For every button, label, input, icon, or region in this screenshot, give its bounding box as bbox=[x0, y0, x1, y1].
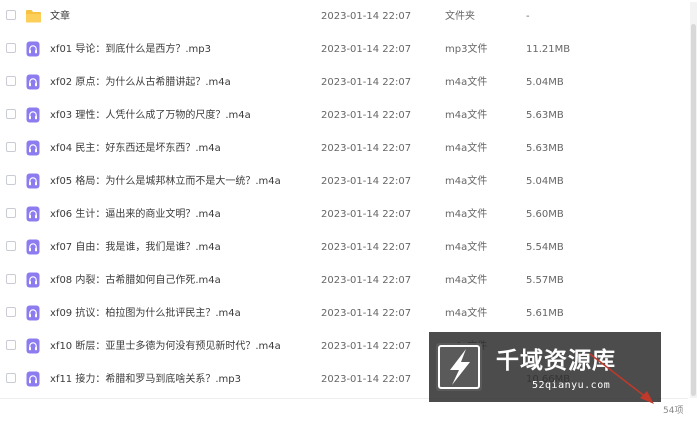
row-checkbox[interactable] bbox=[6, 142, 16, 152]
file-name[interactable]: xf02 原点：为什么从古希腊讲起？.m4a bbox=[50, 66, 312, 99]
file-date: 2023-01-14 22:07 bbox=[321, 374, 412, 385]
file-name[interactable]: xf07 自由：我是谁，我们是谁？.m4a bbox=[50, 231, 312, 264]
file-size: - bbox=[526, 11, 530, 22]
audio-file-icon bbox=[26, 305, 40, 321]
audio-file-icon bbox=[26, 173, 40, 189]
audio-file-icon bbox=[26, 206, 40, 222]
audio-file-icon bbox=[26, 74, 40, 90]
file-type: m4a文件 bbox=[445, 143, 488, 154]
file-name[interactable]: xf01 导论：到底什么是西方？.mp3 bbox=[50, 33, 312, 66]
file-name[interactable]: xf10 断层：亚里士多德为何没有预见新时代？.m4a bbox=[50, 330, 312, 363]
file-size: 5.57MB bbox=[526, 275, 564, 286]
file-type: m4a文件 bbox=[445, 308, 488, 319]
row-checkbox[interactable] bbox=[6, 274, 16, 284]
file-date: 2023-01-14 22:07 bbox=[321, 341, 412, 352]
folder-icon bbox=[26, 10, 41, 23]
file-type: m4a文件 bbox=[445, 242, 488, 253]
file-type: m4a文件 bbox=[445, 77, 488, 88]
file-size: 5.04MB bbox=[526, 77, 564, 88]
audio-file-icon bbox=[26, 41, 40, 57]
file-browser: 文章 2023-01-14 22:07 文件夹 - xf01 导论：到底什么是西方？.m… bbox=[0, 0, 700, 422]
file-row[interactable]: xf03 理性：人凭什么成了万物的尺度？.m4a 2023-01-14 22:07… bbox=[0, 99, 688, 132]
file-row[interactable]: xf02 原点：为什么从古希腊讲起？.m4a 2023-01-14 22:07 m4… bbox=[0, 66, 688, 99]
file-name[interactable]: 文章 bbox=[50, 0, 312, 33]
file-size: 5.63MB bbox=[526, 143, 564, 154]
file-name[interactable]: xf08 内裂：古希腊如何自己作死.m4a bbox=[50, 264, 312, 297]
audio-file-icon bbox=[26, 107, 40, 123]
file-row[interactable]: xf09 抗议：柏拉图为什么批评民主？.m4a 2023-01-14 22:07 m… bbox=[0, 297, 688, 330]
vertical-scrollbar[interactable] bbox=[690, 2, 697, 398]
watermark-brand: 千域资源库 bbox=[496, 348, 616, 374]
file-row[interactable]: xf08 内裂：古希腊如何自己作死.m4a 2023-01-14 22:07 m4a… bbox=[0, 264, 688, 297]
file-date: 2023-01-14 22:07 bbox=[321, 242, 412, 253]
audio-file-icon bbox=[26, 239, 40, 255]
file-date: 2023-01-14 22:07 bbox=[321, 176, 412, 187]
file-date: 2023-01-14 22:07 bbox=[321, 209, 412, 220]
file-size: 5.04MB bbox=[526, 176, 564, 187]
row-checkbox[interactable] bbox=[6, 10, 16, 20]
file-size: 5.54MB bbox=[526, 242, 564, 253]
file-type: mp3文件 bbox=[445, 44, 488, 55]
file-name[interactable]: xf09 抗议：柏拉图为什么批评民主？.m4a bbox=[50, 297, 312, 330]
file-date: 2023-01-14 22:07 bbox=[321, 308, 412, 319]
watermark-domain: 52qianyu.com bbox=[532, 380, 611, 391]
audio-file-icon bbox=[26, 272, 40, 288]
file-name[interactable]: xf04 民主：好东西还是坏东西？.m4a bbox=[50, 132, 312, 165]
file-name[interactable]: xf05 格局：为什么是城邦林立而不是大一统？.m4a bbox=[50, 165, 312, 198]
file-date: 2023-01-14 22:07 bbox=[321, 143, 412, 154]
row-checkbox[interactable] bbox=[6, 307, 16, 317]
file-date: 2023-01-14 22:07 bbox=[321, 275, 412, 286]
file-date: 2023-01-14 22:07 bbox=[321, 110, 412, 121]
folder-row[interactable]: 文章 2023-01-14 22:07 文件夹 - bbox=[0, 0, 688, 33]
file-date: 2023-01-14 22:07 bbox=[321, 77, 412, 88]
row-checkbox[interactable] bbox=[6, 43, 16, 53]
row-checkbox[interactable] bbox=[6, 208, 16, 218]
file-type: m4a文件 bbox=[445, 110, 488, 121]
file-row[interactable]: xf05 格局：为什么是城邦林立而不是大一统？.m4a 2023-01-14 22… bbox=[0, 165, 688, 198]
item-count: 54项 bbox=[663, 406, 684, 416]
file-type: m4a文件 bbox=[445, 275, 488, 286]
file-type: m4a文件 bbox=[445, 209, 488, 220]
file-size: 5.61MB bbox=[526, 308, 564, 319]
file-name[interactable]: xf06 生计：逼出来的商业文明？.m4a bbox=[50, 198, 312, 231]
file-row[interactable]: xf06 生计：逼出来的商业文明？.m4a 2023-01-14 22:07 m4a… bbox=[0, 198, 688, 231]
file-size: 5.60MB bbox=[526, 209, 564, 220]
row-checkbox[interactable] bbox=[6, 175, 16, 185]
file-size: 11.21MB bbox=[526, 44, 571, 55]
file-type: m4a文件 bbox=[445, 176, 488, 187]
file-name[interactable]: xf03 理性：人凭什么成了万物的尺度？.m4a bbox=[50, 99, 312, 132]
row-checkbox[interactable] bbox=[6, 373, 16, 383]
file-row[interactable]: xf07 自由：我是谁，我们是谁？.m4a 2023-01-14 22:07 m4a… bbox=[0, 231, 688, 264]
file-size: 5.63MB bbox=[526, 110, 564, 121]
file-type: 文件夹 bbox=[445, 11, 475, 22]
file-row[interactable]: xf01 导论：到底什么是西方？.mp3 2023-01-14 22:07 mp3文… bbox=[0, 33, 688, 66]
lightning-logo-icon bbox=[436, 343, 482, 391]
audio-file-icon bbox=[26, 338, 40, 354]
row-checkbox[interactable] bbox=[6, 109, 16, 119]
audio-file-icon bbox=[26, 140, 40, 156]
file-date: 2023-01-14 22:07 bbox=[321, 44, 412, 55]
file-name[interactable]: xf11 接力：希腊和罗马到底啥关系？.mp3 bbox=[50, 363, 312, 396]
row-checkbox[interactable] bbox=[6, 76, 16, 86]
file-date: 2023-01-14 22:07 bbox=[321, 11, 412, 22]
audio-file-icon bbox=[26, 371, 40, 387]
watermark-overlay: 千域资源库 52qianyu.com bbox=[429, 332, 661, 402]
scrollbar-thumb[interactable] bbox=[691, 24, 696, 396]
row-checkbox[interactable] bbox=[6, 241, 16, 251]
row-checkbox[interactable] bbox=[6, 340, 16, 350]
file-row[interactable]: xf04 民主：好东西还是坏东西？.m4a 2023-01-14 22:07 m4a… bbox=[0, 132, 688, 165]
